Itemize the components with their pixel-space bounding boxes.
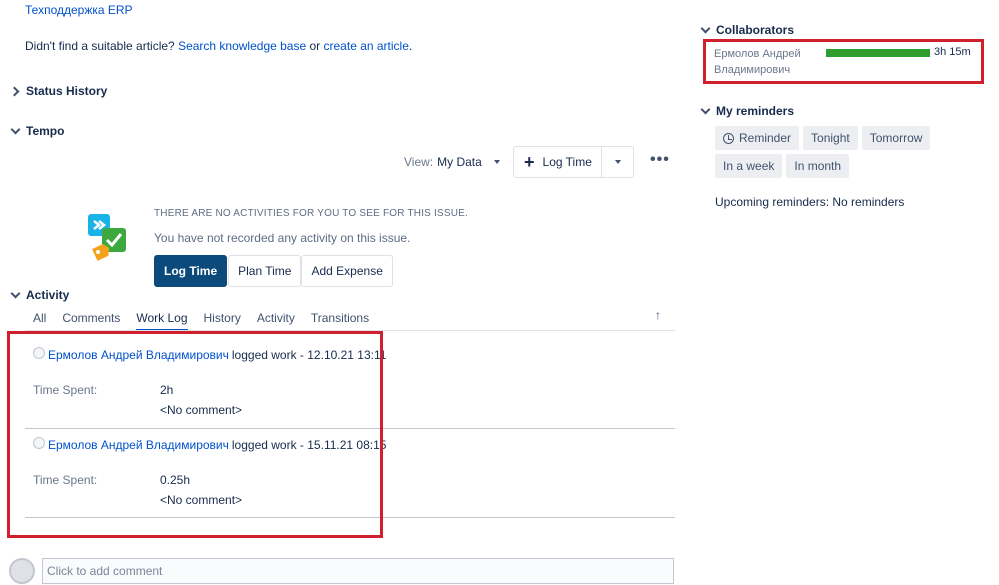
collaborators-toggle[interactable]: Collaborators	[700, 23, 794, 37]
highlight-box	[7, 331, 383, 538]
activity-title: Activity	[26, 288, 70, 302]
in-month-button[interactable]: In month	[786, 154, 850, 178]
chevron-down-icon	[10, 290, 20, 300]
chevron-down-icon	[700, 25, 710, 35]
status-history-title: Status History	[26, 84, 108, 98]
kb-line: Didn't find a suitable article? Search k…	[25, 39, 412, 53]
add-comment-input[interactable]: Click to add comment	[42, 558, 674, 584]
view-label: View:	[404, 155, 434, 169]
plus-icon: +	[524, 152, 535, 172]
tab-all[interactable]: All	[33, 311, 46, 331]
kb-prefix: Didn't find a suitable article?	[25, 39, 175, 53]
tempo-action-buttons: Log Time Plan Time Add Expense	[154, 255, 393, 287]
in-a-week-button[interactable]: In a week	[715, 154, 783, 178]
upcoming-reminders: Upcoming reminders: No reminders	[715, 195, 905, 209]
collaborators-title: Collaborators	[716, 23, 795, 37]
tab-history[interactable]: History	[204, 311, 241, 331]
view-selector[interactable]: View: My Data	[404, 155, 500, 169]
log-time-dropdown[interactable]	[602, 147, 633, 177]
log-time-top-button[interactable]: + Log Time	[514, 147, 602, 177]
caret-down-icon	[493, 160, 500, 164]
kb-or: or	[309, 39, 321, 53]
arrow-up-icon[interactable]: ↑	[655, 308, 661, 322]
chevron-right-icon	[10, 86, 20, 96]
tonight-button[interactable]: Tonight	[803, 126, 858, 150]
reminders-title: My reminders	[716, 104, 795, 118]
reminder-button[interactable]: Reminder	[715, 126, 800, 150]
chevron-down-icon	[10, 126, 20, 136]
chevron-down-icon	[700, 106, 710, 116]
tempo-title: Tempo	[26, 124, 65, 138]
reminder-buttons: Reminder Tonight Tomorrow In a week In m…	[715, 126, 990, 178]
add-expense-button[interactable]: Add Expense	[301, 255, 393, 287]
project-link[interactable]: Техподдержка ERP	[25, 3, 133, 17]
clock-icon	[723, 132, 734, 144]
create-article-link[interactable]: create an article	[324, 39, 409, 53]
search-knowledge-base-link[interactable]: Search knowledge base	[178, 39, 306, 53]
tab-transitions[interactable]: Transitions	[311, 311, 369, 331]
tempo-logo-icon	[88, 214, 126, 261]
empty-state-title: THERE ARE NO ACTIVITIES FOR YOU TO SEE F…	[154, 208, 469, 219]
tab-work-log[interactable]: Work Log	[136, 311, 188, 331]
log-time-top-label: Log Time	[542, 155, 592, 169]
tab-comments[interactable]: Comments	[62, 311, 120, 331]
status-history-toggle[interactable]: Status History	[10, 84, 107, 98]
tempo-toggle[interactable]: Tempo	[10, 124, 64, 138]
view-value: My Data	[437, 155, 482, 169]
log-time-button[interactable]: Log Time	[154, 255, 228, 287]
kb-suffix: .	[408, 39, 413, 53]
log-time-split-button: + Log Time	[513, 146, 634, 178]
reminder-label: Reminder	[739, 131, 792, 145]
avatar	[9, 558, 35, 584]
highlight-box	[703, 39, 984, 84]
tomorrow-button[interactable]: Tomorrow	[861, 126, 931, 150]
caret-down-icon	[614, 160, 621, 164]
more-icon[interactable]: •••	[650, 152, 670, 168]
tab-activity[interactable]: Activity	[257, 311, 295, 331]
plan-time-button[interactable]: Plan Time	[228, 255, 302, 287]
empty-state-description: You have not recorded any activity on th…	[154, 231, 411, 245]
activity-toggle[interactable]: Activity	[10, 288, 69, 302]
reminders-toggle[interactable]: My reminders	[700, 104, 794, 118]
activity-tabs: All Comments Work Log History Activity T…	[33, 311, 385, 331]
